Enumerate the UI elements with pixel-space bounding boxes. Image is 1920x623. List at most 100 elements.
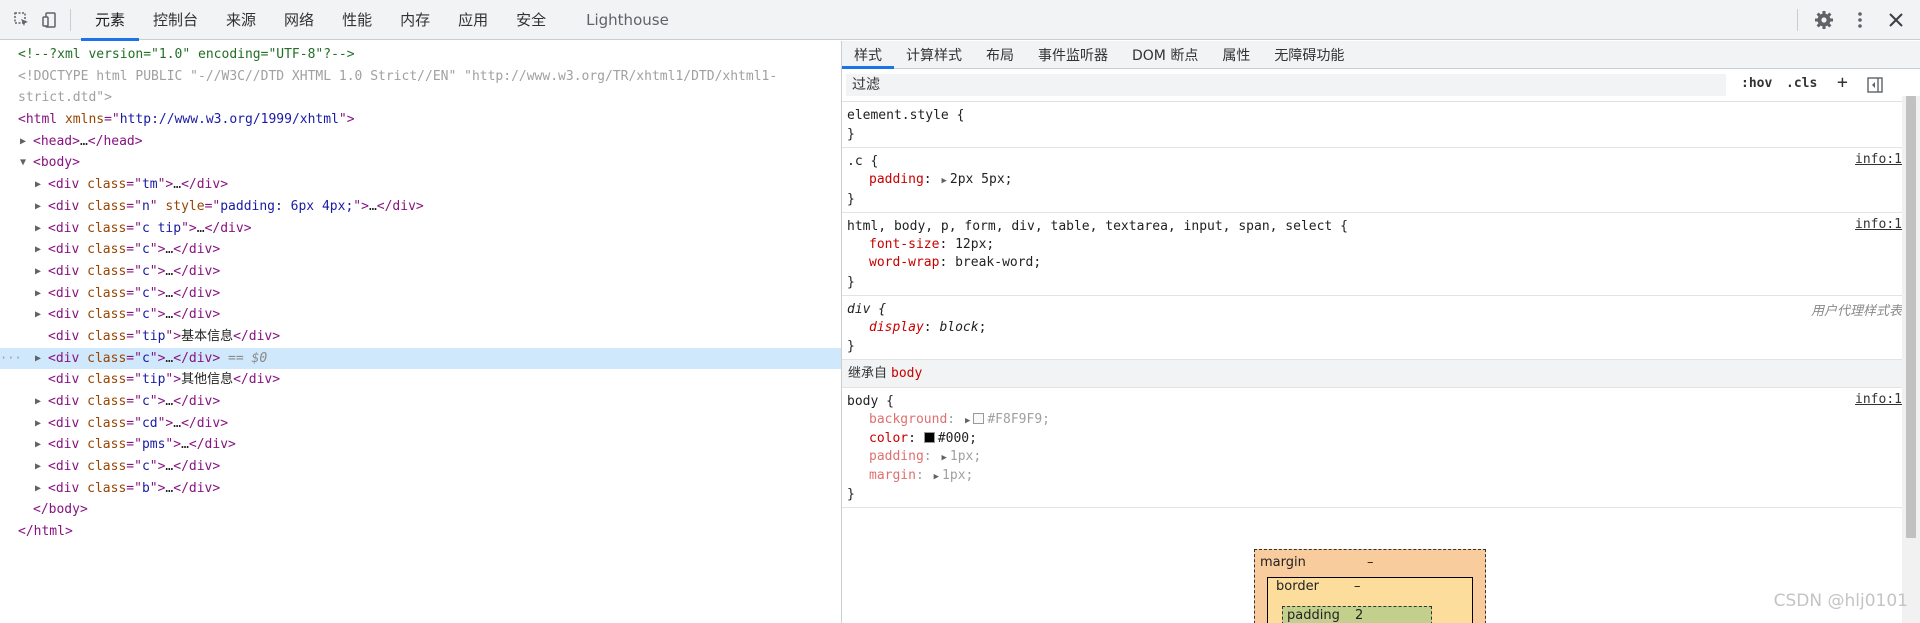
- markup-val[interactable]: cd: [142, 416, 158, 431]
- markup-attr[interactable]: style: [165, 199, 204, 214]
- markup-attr[interactable]: class: [87, 394, 126, 409]
- expand-triangle-icon[interactable]: ▶: [32, 174, 44, 196]
- dom-node-row[interactable]: ▶ <div class="c">…</div>: [0, 261, 841, 283]
- markup-attr[interactable]: class: [87, 329, 126, 344]
- css-declaration[interactable]: padding: ▶ 1px;: [847, 448, 1914, 467]
- css-declaration[interactable]: background: ▶ #F8F9F9;: [847, 411, 1914, 430]
- expand-triangle-icon[interactable]: ▶: [32, 391, 44, 413]
- property-value[interactable]: 1px: [950, 449, 973, 464]
- inherited-body-link[interactable]: body: [891, 366, 922, 381]
- dom-node-row[interactable]: ▶ <div class="c">…</div>: [0, 283, 841, 305]
- markup-val[interactable]: n: [142, 199, 150, 214]
- markup-attr[interactable]: class: [87, 481, 126, 496]
- property-name[interactable]: display: [869, 320, 924, 335]
- dom-node-row[interactable]: ▶ <div class="n" style="padding: 6px 4px;…: [0, 196, 841, 218]
- markup-attr[interactable]: class: [87, 372, 126, 387]
- expand-triangle-icon[interactable]: ▶: [32, 456, 44, 478]
- tab-accessibility[interactable]: 无障碍功能: [1262, 41, 1356, 68]
- dom-node-row[interactable]: ▼ <body>: [0, 152, 841, 174]
- box-model-margin[interactable]: margin – border – padding 2: [1254, 549, 1486, 623]
- markup-attr[interactable]: class: [87, 437, 126, 452]
- cls-button[interactable]: .cls: [1786, 76, 1817, 91]
- close-icon[interactable]: [1882, 6, 1910, 34]
- markup-attr[interactable]: class: [87, 221, 126, 236]
- markup-attr[interactable]: xmlns: [65, 112, 104, 127]
- property-value[interactable]: block: [939, 320, 978, 335]
- tab-computed[interactable]: 计算样式: [894, 41, 974, 68]
- expand-triangle-icon[interactable]: ▶: [32, 413, 44, 435]
- property-name[interactable]: font-size: [869, 237, 939, 252]
- property-value[interactable]: 1px: [942, 468, 965, 483]
- tab-properties[interactable]: 属性: [1210, 41, 1262, 68]
- property-name[interactable]: padding: [869, 172, 924, 187]
- more-vertical-icon[interactable]: [1846, 6, 1874, 34]
- dom-node-row[interactable]: ▶ <div class="tm">…</div>: [0, 174, 841, 196]
- box-model-padding-value[interactable]: 2: [1355, 608, 1363, 623]
- dom-node-row[interactable]: </body>: [0, 499, 841, 521]
- property-name[interactable]: word-wrap: [869, 255, 939, 270]
- rule-selector[interactable]: .c {: [847, 152, 1914, 171]
- expand-triangle-icon[interactable]: ▶: [32, 196, 44, 218]
- tab-console[interactable]: 控制台: [139, 0, 212, 40]
- rule-source-link[interactable]: info:1: [1855, 217, 1902, 232]
- markup-val[interactable]: c: [142, 459, 150, 474]
- property-value[interactable]: #F8F9F9: [987, 412, 1042, 427]
- dom-node-row[interactable]: <!DOCTYPE html PUBLIC "-//W3C//DTD XHTML…: [0, 66, 841, 88]
- expand-shorthand-icon[interactable]: ▶: [941, 172, 946, 191]
- color-swatch-icon[interactable]: [973, 413, 985, 424]
- dom-node-row[interactable]: <html xmlns="http://www.w3.org/1999/xhtm…: [0, 109, 841, 131]
- markup-val[interactable]: c tip: [142, 221, 181, 236]
- property-name[interactable]: background: [869, 412, 947, 427]
- expand-triangle-icon[interactable]: ▶: [32, 218, 44, 240]
- dom-node-row[interactable]: </html>: [0, 521, 841, 543]
- rule-source-link[interactable]: info:1: [1855, 392, 1902, 407]
- markup-attr[interactable]: class: [87, 264, 126, 279]
- expand-shorthand-icon[interactable]: ▶: [934, 468, 939, 487]
- dom-node-row[interactable]: strict.dtd">: [0, 87, 841, 109]
- property-name[interactable]: margin: [869, 468, 916, 483]
- dom-node-row[interactable]: ▶ <div class="c">…</div>: [0, 239, 841, 261]
- tab-sources[interactable]: 来源: [212, 0, 270, 40]
- rule-selector[interactable]: div {: [847, 300, 1914, 319]
- dom-node-row[interactable]: <div class="tip">其他信息</div>: [0, 369, 841, 391]
- tab-elements[interactable]: 元素: [81, 0, 140, 41]
- color-swatch-icon[interactable]: [923, 431, 935, 443]
- property-value[interactable]: #000: [938, 431, 969, 446]
- expand-triangle-icon[interactable]: ▶: [32, 348, 44, 370]
- expand-triangle-icon[interactable]: ▶: [32, 239, 44, 261]
- property-value[interactable]: 12px: [955, 237, 986, 252]
- dom-node-row[interactable]: ▶ <div class="c tip">…</div>: [0, 218, 841, 240]
- dom-node-row[interactable]: ▶ <div class="cd">…</div>: [0, 413, 841, 435]
- dom-node-row[interactable]: <div class="tip">基本信息</div>: [0, 326, 841, 348]
- css-declaration[interactable]: padding: ▶ 2px 5px;: [847, 171, 1914, 190]
- box-model-border[interactable]: border – padding 2: [1267, 577, 1473, 623]
- dom-node-row[interactable]: ▶ <div class="b">…</div>: [0, 478, 841, 500]
- markup-attr[interactable]: class: [87, 177, 126, 192]
- dom-node-row[interactable]: ▶ <head>…</head>: [0, 131, 841, 153]
- css-declaration[interactable]: color: #000;: [847, 430, 1914, 449]
- filter-input[interactable]: [846, 74, 1726, 96]
- markup-val[interactable]: c: [142, 264, 150, 279]
- property-name[interactable]: padding: [869, 449, 924, 464]
- tab-lighthouse[interactable]: Lighthouse: [572, 0, 683, 40]
- dom-node-row[interactable]: ▶ <div class="c">…</div>: [0, 304, 841, 326]
- markup-val[interactable]: c: [142, 307, 150, 322]
- node-actions-dots[interactable]: ···: [0, 348, 22, 370]
- markup-val[interactable]: c: [142, 394, 150, 409]
- tab-network[interactable]: 网络: [270, 0, 328, 40]
- tab-application[interactable]: 应用: [444, 0, 502, 40]
- markup-val[interactable]: c: [142, 351, 150, 366]
- dom-node-row[interactable]: ▶ <div class="pms">…</div>: [0, 434, 841, 456]
- toggle-sidebar-icon[interactable]: [1867, 77, 1883, 97]
- markup-val[interactable]: padding: 6px 4px;: [220, 199, 353, 214]
- expand-triangle-icon[interactable]: ▶: [32, 434, 44, 456]
- box-model-border-value[interactable]: –: [1354, 579, 1361, 594]
- box-model-padding[interactable]: padding 2: [1282, 606, 1432, 623]
- css-declaration[interactable]: word-wrap: break-word;: [847, 254, 1914, 273]
- expand-triangle-icon[interactable]: ▶: [32, 478, 44, 500]
- dom-node-row[interactable]: ▶ <div class="c">…</div>: [0, 391, 841, 413]
- expand-shorthand-icon[interactable]: ▶: [965, 412, 970, 431]
- tab-styles[interactable]: 样式: [842, 41, 894, 69]
- markup-attr[interactable]: class: [87, 416, 126, 431]
- property-value[interactable]: break-word: [955, 255, 1033, 270]
